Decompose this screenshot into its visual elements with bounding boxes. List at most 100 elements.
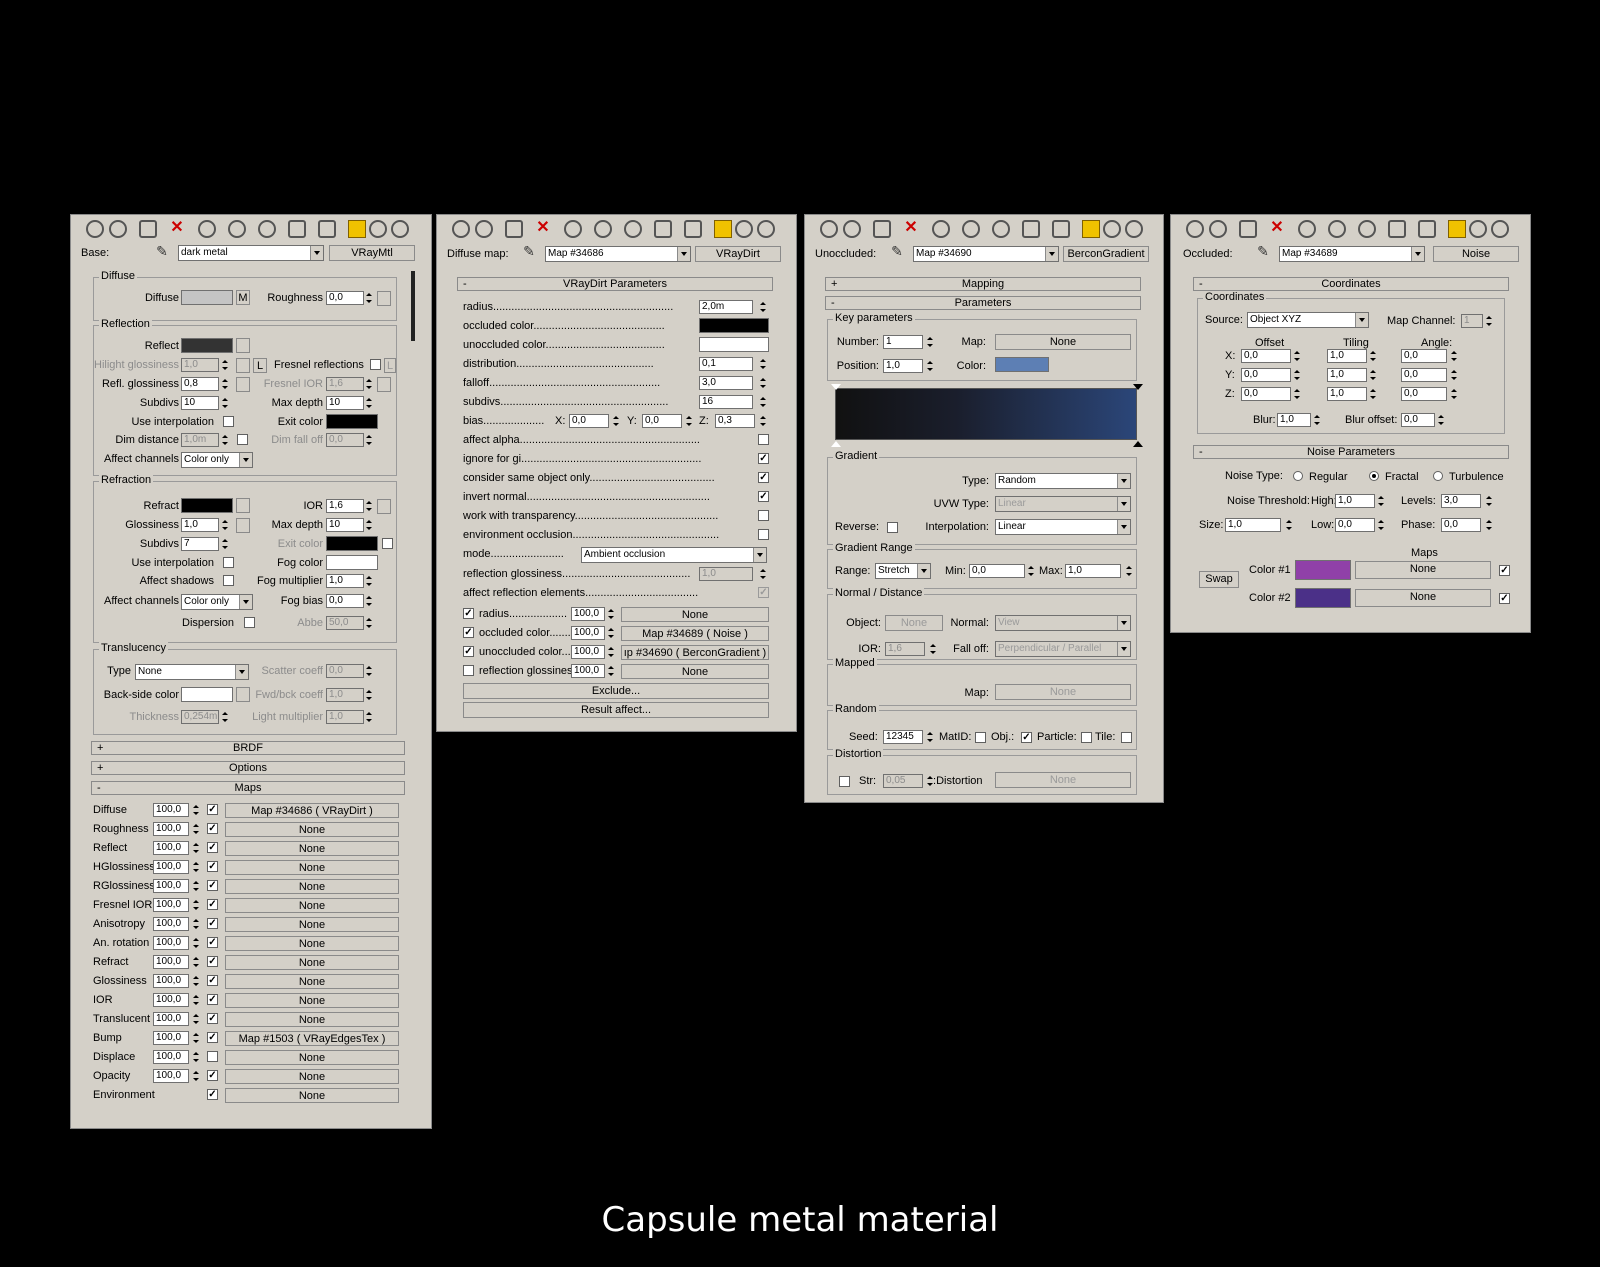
occluded-color-swatch[interactable]: [699, 318, 769, 333]
refl-glossiness-map-button[interactable]: [236, 377, 250, 392]
brdf-rollout[interactable]: + BRDF: [91, 741, 405, 755]
gradient-preview[interactable]: [835, 388, 1137, 440]
swap-button[interactable]: Swap: [1199, 571, 1239, 588]
go-forward-icon[interactable]: [1469, 220, 1487, 238]
go-to-parent-icon[interactable]: [714, 220, 732, 238]
pick-material-icon[interactable]: [391, 220, 409, 238]
distortion-checkbox[interactable]: [839, 776, 850, 787]
map-slot-button[interactable]: None: [225, 917, 399, 932]
map-slot-checkbox[interactable]: ✓: [207, 804, 218, 815]
regular-radio[interactable]: [1293, 471, 1303, 481]
dirt-map-button[interactable]: None: [621, 607, 769, 622]
gradient-bottom-start-marker[interactable]: [831, 441, 841, 447]
reflect-affect-channels-dropdown[interactable]: Color only: [181, 452, 253, 468]
map-channel-spinner[interactable]: [1485, 314, 1493, 328]
map-slot-checkbox[interactable]: ✓: [207, 899, 218, 910]
pick-material-icon[interactable]: [1491, 220, 1509, 238]
gradient-type-dropdown[interactable]: Random: [995, 473, 1131, 489]
mapped-map-button[interactable]: None: [995, 684, 1131, 700]
map-slot-amount-input[interactable]: 100,0: [153, 822, 189, 836]
back-side-map-button[interactable]: [236, 687, 250, 702]
map-slot-checkbox[interactable]: ✓: [207, 994, 218, 1005]
map-name-field[interactable]: Map #34689: [1279, 246, 1425, 262]
map-type-button[interactable]: Noise: [1433, 246, 1519, 262]
map-slot-button[interactable]: None: [225, 1088, 399, 1103]
distortion-map-button[interactable]: None: [995, 772, 1131, 788]
light-multiplier-input[interactable]: 1,0: [326, 710, 364, 724]
fresnel-ior-spinner[interactable]: [365, 377, 373, 391]
scatter-coeff-spinner[interactable]: [365, 664, 373, 678]
key-map-button[interactable]: None: [995, 334, 1131, 350]
radius-spinner[interactable]: [759, 300, 767, 314]
back-side-color-swatch[interactable]: [181, 687, 233, 702]
levels-input[interactable]: 3,0: [1441, 494, 1481, 508]
angle-input[interactable]: 0,0: [1401, 387, 1447, 401]
offset-input[interactable]: 0,0: [1241, 368, 1291, 382]
get-material-icon[interactable]: [86, 220, 104, 238]
map-slot-button[interactable]: None: [225, 936, 399, 951]
map-slot-button[interactable]: Map #34686 ( VRayDirt ): [225, 803, 399, 818]
levels-spinner[interactable]: [1485, 494, 1493, 508]
map-slot-checkbox[interactable]: ✓: [207, 880, 218, 891]
map-slot-checkbox[interactable]: ✓: [207, 918, 218, 929]
map-slot-amount-spinner[interactable]: [192, 1050, 200, 1064]
go-forward-icon[interactable]: [735, 220, 753, 238]
dirt-map-amount-input[interactable]: 100,0: [571, 645, 605, 659]
diffuse-map-button[interactable]: M: [236, 290, 250, 305]
tiling-spinner[interactable]: [1369, 387, 1377, 401]
refract-exit-color-swatch[interactable]: [326, 536, 378, 551]
get-material-icon[interactable]: [452, 220, 470, 238]
gradient-end-marker[interactable]: [1133, 384, 1143, 390]
map-slot-amount-input[interactable]: 100,0: [153, 1069, 189, 1083]
noise-parameters-rollout[interactable]: - Noise Parameters: [1193, 445, 1509, 459]
offset-spinner[interactable]: [1293, 349, 1301, 363]
show-end-result-icon[interactable]: [684, 220, 702, 238]
map-type-button[interactable]: VRayDirt: [695, 246, 781, 262]
dirt-option-checkbox[interactable]: ✓: [758, 491, 769, 502]
light-multiplier-spinner[interactable]: [365, 710, 373, 724]
map-slot-amount-spinner[interactable]: [192, 898, 200, 912]
dispersion-checkbox[interactable]: [244, 617, 255, 628]
seed-input[interactable]: 12345: [883, 730, 923, 744]
map-slot-amount-input[interactable]: 100,0: [153, 1012, 189, 1026]
put-to-scene-icon[interactable]: [475, 220, 493, 238]
map-slot-amount-input[interactable]: 100,0: [153, 879, 189, 893]
map-slot-amount-input[interactable]: 100,0: [153, 841, 189, 855]
map-slot-button[interactable]: None: [225, 860, 399, 875]
position-spinner[interactable]: [926, 359, 934, 373]
make-unique-icon[interactable]: [1328, 220, 1346, 238]
map-slot-button[interactable]: None: [225, 879, 399, 894]
refl-glossiness-spinner[interactable]: [221, 377, 229, 391]
show-map-icon[interactable]: [654, 220, 672, 238]
color1-map-button[interactable]: None: [1355, 561, 1491, 579]
reflection-glossiness-input[interactable]: 1,0: [699, 567, 753, 581]
map-slot-amount-spinner[interactable]: [192, 917, 200, 931]
go-forward-icon[interactable]: [369, 220, 387, 238]
reflect-subdivs-input[interactable]: 10: [181, 396, 219, 410]
result-affect-button[interactable]: Result affect...: [463, 702, 769, 718]
color2-swatch[interactable]: [1295, 588, 1351, 608]
bias-z-spinner[interactable]: [759, 414, 767, 428]
normal-ior-spinner[interactable]: [929, 642, 937, 656]
object-button[interactable]: None: [885, 615, 943, 631]
map-slot-amount-input[interactable]: 100,0: [153, 898, 189, 912]
tiling-spinner[interactable]: [1369, 368, 1377, 382]
refract-map-button[interactable]: [236, 498, 250, 513]
high-input[interactable]: 1,0: [1335, 494, 1375, 508]
material-id-icon[interactable]: [624, 220, 642, 238]
material-name-field[interactable]: dark metal: [178, 245, 324, 261]
map-slot-amount-spinner[interactable]: [192, 974, 200, 988]
dirt-map-checkbox[interactable]: [463, 665, 474, 676]
map-slot-checkbox[interactable]: [207, 1051, 218, 1062]
map-slot-amount-input[interactable]: 100,0: [153, 803, 189, 817]
vraydirt-parameters-rollout[interactable]: - VRayDirt Parameters: [457, 277, 773, 291]
gradient-start-marker[interactable]: [831, 384, 841, 390]
refract-max-depth-spinner[interactable]: [365, 518, 373, 532]
dirt-map-amount-spinner[interactable]: [607, 626, 615, 640]
material-id-icon[interactable]: [1358, 220, 1376, 238]
eyedropper-icon[interactable]: ✎: [1255, 243, 1271, 259]
map-slot-button[interactable]: None: [225, 822, 399, 837]
tiling-input[interactable]: 1,0: [1327, 387, 1367, 401]
fog-multiplier-spinner[interactable]: [365, 574, 373, 588]
dirt-option-checkbox[interactable]: ✓: [758, 472, 769, 483]
